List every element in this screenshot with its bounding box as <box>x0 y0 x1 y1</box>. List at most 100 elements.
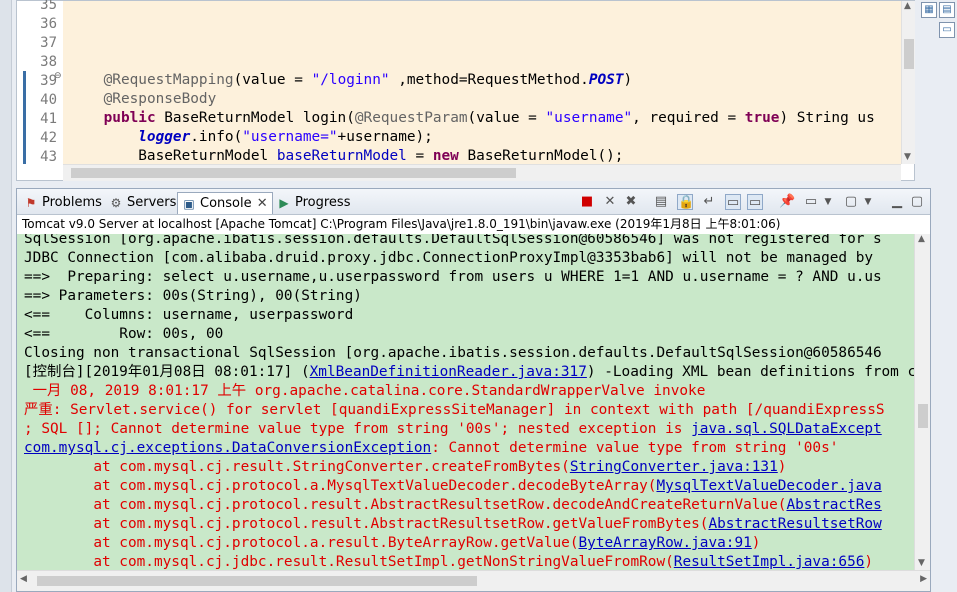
console-line: at com.mysql.cj.protocol.a.result.ByteAr… <box>24 534 760 553</box>
console-line: SqlSession [org.apache.ibatis.session.de… <box>24 234 882 249</box>
code-token: @ResponseBody <box>103 91 217 107</box>
console-vscroll-thumb[interactable] <box>918 404 928 428</box>
word-wrap-icon[interactable]: ↵ <box>701 194 717 210</box>
code-token: @RequestParam <box>354 110 468 126</box>
code-token: "username=" <box>242 129 338 145</box>
console-text: at com.mysql.cj.protocol.a.MysqlTextValu… <box>24 478 657 494</box>
editor-vscroll-thumb[interactable] <box>904 39 914 69</box>
console-line: at com.mysql.cj.jdbc.result.ResultSetImp… <box>24 553 873 570</box>
show-stderr-icon[interactable]: ▭ <box>747 194 763 210</box>
scroll-lock-icon[interactable]: 🔒 <box>677 194 694 210</box>
tab-servers[interactable]: ⚙ Servers <box>105 192 177 214</box>
code-token: (value = <box>233 72 312 88</box>
console-text: ) <box>864 554 874 570</box>
code-token: "username" <box>545 110 633 126</box>
stacktrace-link[interactable]: java.sql.SQLDataExcept <box>691 421 882 437</box>
editor-horizontal-scrollbar[interactable] <box>63 164 901 181</box>
servers-icon: ⚙ <box>110 196 122 210</box>
code-token: public <box>103 110 156 126</box>
console-output[interactable]: SqlSession [org.apache.ibatis.session.de… <box>17 234 914 570</box>
console-icon: ▣ <box>183 197 195 211</box>
code-token: +username); <box>337 129 433 145</box>
tab-problems[interactable]: ⚑ Problems <box>20 192 102 214</box>
console-text: at com.mysql.cj.protocol.result.Abstract… <box>24 497 787 513</box>
console-text: JDBC Connection [com.alibaba.druid.proxy… <box>24 250 874 266</box>
terminate-icon[interactable]: ■ <box>579 194 595 210</box>
code-token: BaseReturnModel login( <box>155 110 355 126</box>
code-token: (value = <box>467 110 546 126</box>
scroll-up-icon[interactable]: ▲ <box>918 234 925 244</box>
code-line: @ResponseBody <box>104 90 217 109</box>
line-number: 37 <box>40 35 57 51</box>
stacktrace-link[interactable]: ByteArrayRow.java:91 <box>579 535 752 551</box>
code-token: ,method=RequestMethod. <box>389 72 589 88</box>
code-token: "/loginn" <box>311 72 390 88</box>
code-token: true <box>744 110 780 126</box>
scroll-left-icon[interactable]: ◀ <box>20 574 27 584</box>
change-marker <box>23 71 26 164</box>
close-icon[interactable]: ✕ <box>257 193 268 215</box>
scroll-down-icon[interactable]: ▼ <box>904 152 911 162</box>
code-line: @RequestMapping(value = "/loginn" ,metho… <box>104 71 633 90</box>
console-text: at com.mysql.cj.protocol.result.Abstract… <box>24 516 709 532</box>
tab-label: Progress <box>295 195 351 210</box>
view-tab-bar: ⚑ Problems ⚙ Servers ▣ Console ✕ ▶ Progr… <box>17 189 930 215</box>
editor-hscroll-thumb[interactable] <box>71 168 516 178</box>
minimize-icon[interactable]: ▁ <box>889 194 905 210</box>
tab-label: Console <box>200 196 252 211</box>
outline-icon[interactable]: ▦ <box>921 2 937 18</box>
stacktrace-link[interactable]: StringConverter.java:131 <box>570 459 778 475</box>
console-text: ==> Parameters: 00s(String), 00(String) <box>24 288 362 304</box>
stacktrace-link[interactable]: AbstractResultsetRow <box>708 516 881 532</box>
console-text: <== Row: 00s, 00 <box>24 326 224 342</box>
line-number: 36 <box>40 16 57 32</box>
editor-vertical-scrollbar[interactable]: ▲ ▼ <box>901 1 915 164</box>
code-token: BaseReturnModel(); <box>458 148 624 164</box>
display-console-icon[interactable]: ▭ <box>803 194 819 210</box>
chevron-down-icon[interactable]: ▼ <box>860 194 876 210</box>
code-token: baseReturnModel <box>276 148 407 164</box>
show-stdout-icon[interactable]: ▭ <box>725 194 741 210</box>
restore-icon[interactable]: ▭ <box>939 22 955 38</box>
tab-console[interactable]: ▣ Console ✕ <box>177 192 273 214</box>
scroll-right-icon[interactable]: ▶ <box>920 574 927 584</box>
remove-all-icon[interactable]: ✖ <box>623 194 639 210</box>
code-token: POST <box>588 72 624 88</box>
fold-toggle-icon[interactable]: ⊖ <box>54 71 62 81</box>
maximize-icon[interactable]: ▢ <box>909 194 925 210</box>
console-hscroll-thumb[interactable] <box>37 576 477 586</box>
scroll-down-icon[interactable]: ▼ <box>918 558 925 568</box>
console-line: ==> Preparing: select u.username,u.userp… <box>24 268 882 287</box>
stacktrace-link[interactable]: XmlBeanDefinitionReader.java:317 <box>310 364 587 380</box>
problems-icon: ⚑ <box>25 196 37 210</box>
tab-progress[interactable]: ▶ Progress <box>273 192 350 214</box>
remove-launch-icon[interactable]: ✕ <box>602 194 618 210</box>
code-token: .info( <box>190 129 243 145</box>
clear-console-icon[interactable]: ▤ <box>653 194 669 210</box>
stacktrace-link[interactable]: AbstractRes <box>786 497 881 513</box>
stacktrace-link[interactable]: MysqlTextValueDecoder.java <box>656 478 881 494</box>
chevron-down-icon[interactable]: ▼ <box>820 194 836 210</box>
scroll-up-icon[interactable]: ▲ <box>904 1 911 11</box>
pin-console-icon[interactable]: 📌 <box>779 194 795 210</box>
code-token: ) <box>623 72 633 88</box>
code-token: ) String us <box>779 110 875 126</box>
console-text: at com.mysql.cj.protocol.a.result.ByteAr… <box>24 535 579 551</box>
stacktrace-link[interactable]: ResultSetImpl.java:656 <box>674 554 865 570</box>
console-line: <== Columns: username, userpassword <box>24 306 353 325</box>
console-line: JDBC Connection [com.alibaba.druid.proxy… <box>24 249 873 268</box>
open-console-icon[interactable]: ▢ <box>843 194 859 210</box>
console-line: at com.mysql.cj.result.StringConverter.c… <box>24 458 786 477</box>
console-line: 一月 08, 2019 8:01:17 上午 org.apache.catali… <box>24 382 706 401</box>
task-list-icon[interactable]: ▤ <box>939 2 955 18</box>
console-line: [控制台][2019年01月08日 08:01:17] (XmlBeanDefi… <box>24 363 914 382</box>
console-text: : Cannot determine value type from strin… <box>431 440 839 456</box>
stacktrace-link[interactable]: com.mysql.cj.exceptions.DataConversionEx… <box>24 440 431 456</box>
console-text: ) -Loading XML bean definitions from c <box>586 364 914 380</box>
console-horizontal-scrollbar[interactable]: ◀ ▶ <box>17 570 930 591</box>
code-token: logger <box>138 129 191 145</box>
console-text: at com.mysql.cj.result.StringConverter.c… <box>24 459 570 475</box>
console-text: ==> Preparing: select u.username,u.userp… <box>24 269 882 285</box>
code-editor[interactable]: 35 36 37 38 39 40 41 42 43 ⊖ @RequestMapping(valu… <box>16 0 915 181</box>
console-vertical-scrollbar[interactable]: ▲ ▼ <box>914 234 930 570</box>
